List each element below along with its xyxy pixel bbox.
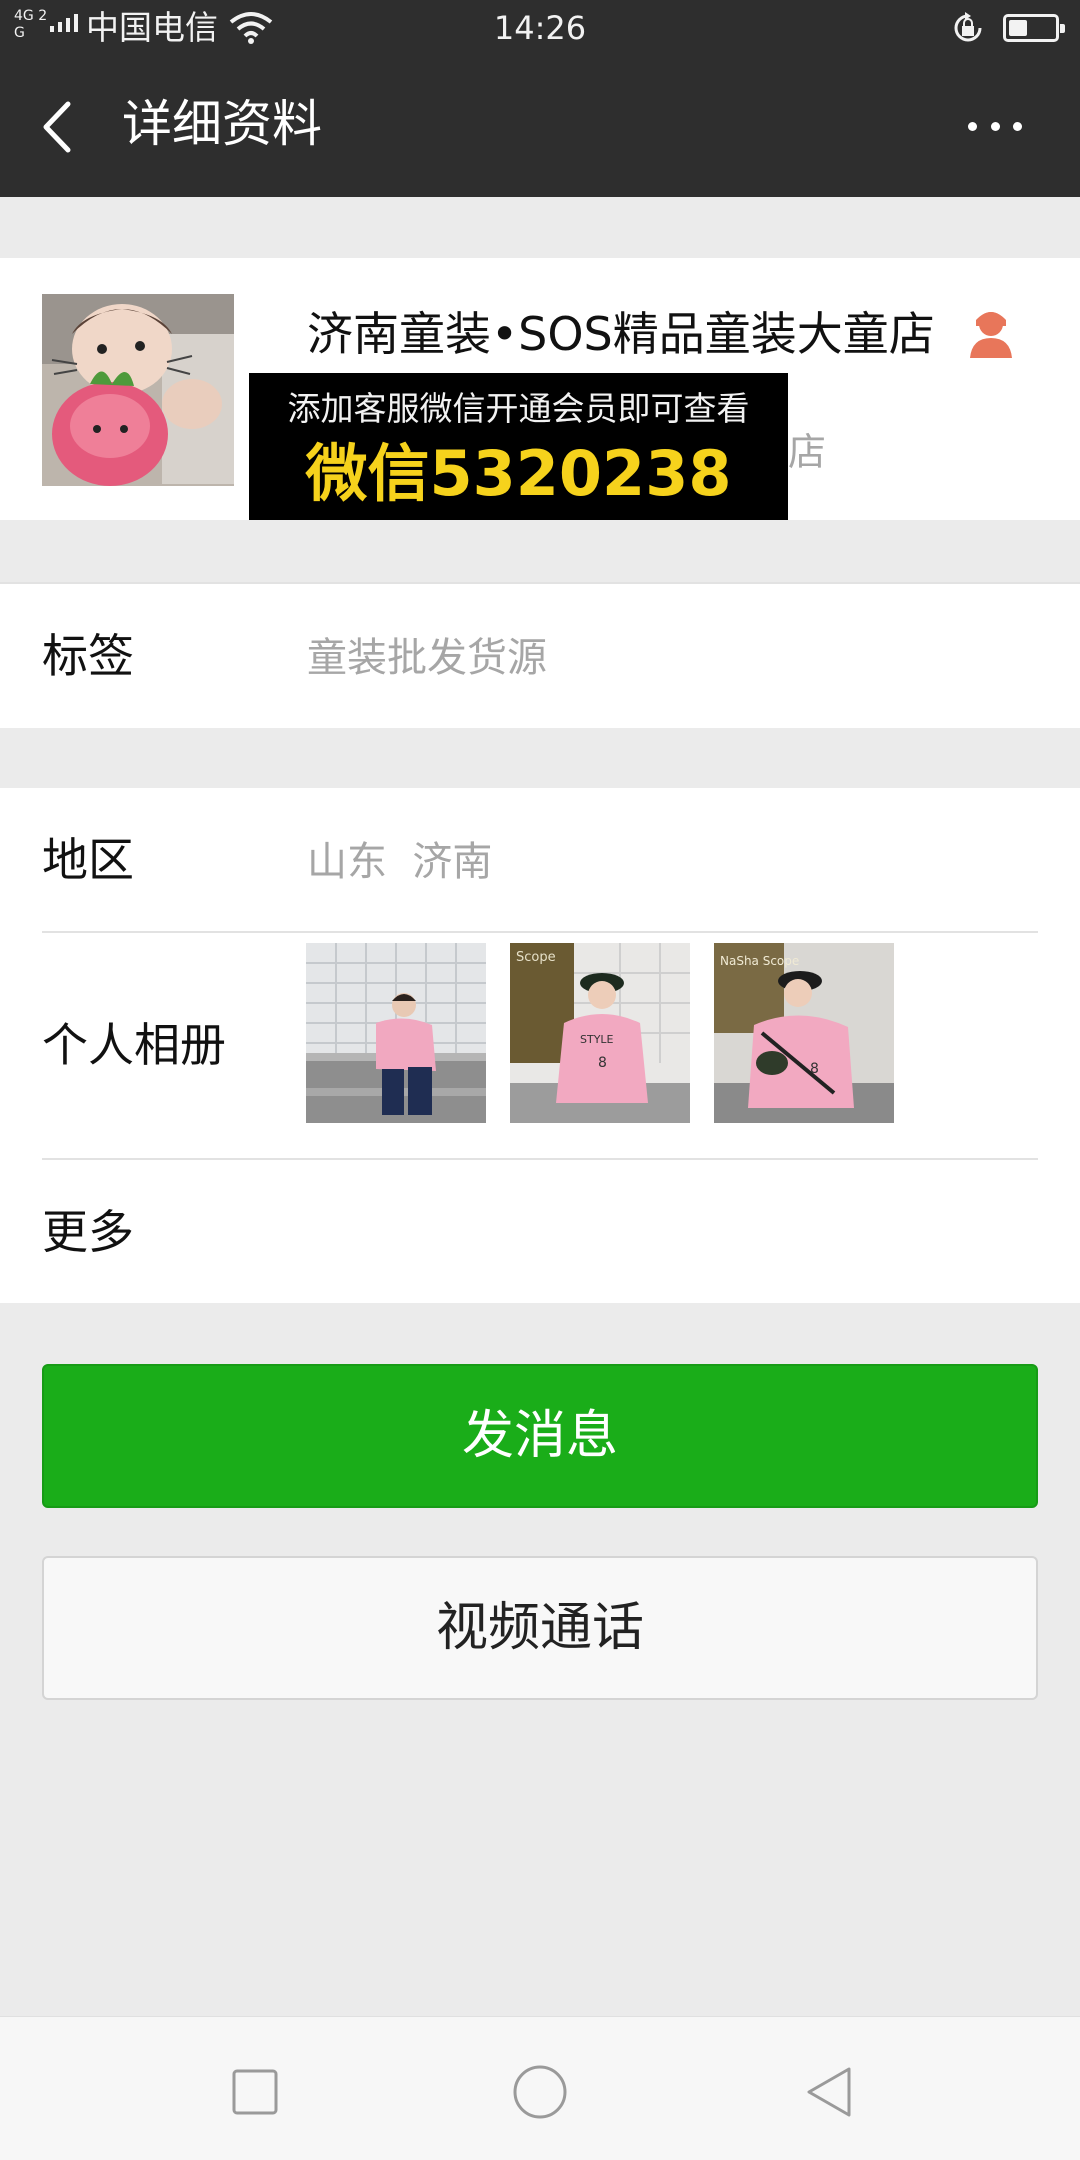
battery-icon [1003, 14, 1065, 42]
chevron-left-icon [43, 101, 71, 153]
clock: 14:26 [493, 9, 587, 47]
display-name: 济南童装•SOS精品童装大童店 [307, 307, 935, 361]
rotation-lock-icon [954, 12, 982, 42]
star-friend-icon[interactable] [966, 306, 1016, 360]
album-photo-1[interactable] [306, 943, 486, 1123]
system-navigation-bar [0, 2016, 1080, 2160]
top-nav-bar: 详细资料 [0, 56, 1080, 197]
more-row[interactable]: 更多 [0, 1160, 1080, 1303]
region-row: 地区 山东 济南 [0, 788, 1080, 931]
more-label: 更多 [42, 1205, 134, 1259]
send-message-button[interactable]: 发消息 [42, 1364, 1038, 1508]
avatar-photo [42, 294, 234, 486]
home-button[interactable] [505, 2057, 575, 2127]
system-back-button[interactable] [795, 2057, 865, 2127]
video-call-button[interactable]: 视频通话 [42, 1556, 1038, 1700]
photo-image [306, 943, 486, 1123]
photo-image: Scope STYLE 8 [510, 943, 690, 1123]
home-icon [513, 2065, 567, 2119]
recent-apps-button[interactable] [220, 2057, 290, 2127]
photo-sign-text: NaSha Scope [720, 954, 799, 968]
tag-value: 童装批发货源 [307, 635, 547, 681]
album-row[interactable]: 个人相册 Scope STYLE 8 NaSha Scope 8 [0, 933, 1080, 1158]
region-label: 地区 [42, 833, 134, 887]
tag-label: 标签 [42, 629, 134, 683]
status-bar: 4G 2G 中国电信 14:26 [0, 0, 1080, 56]
album-photo-3[interactable]: NaSha Scope 8 [714, 943, 894, 1123]
promo-line-2: 微信5320238 [305, 437, 732, 510]
more-button[interactable] [960, 96, 1030, 156]
region-value: 山东 济南 [307, 839, 493, 885]
shirt-print: STYLE [580, 1033, 614, 1046]
more-dot [1013, 121, 1022, 131]
page-title: 详细资料 [122, 95, 322, 153]
obscured-text-tail: 店 [788, 430, 827, 474]
details-list: 地区 山东 济南 个人相册 Scope STYLE 8 NaSha Scope … [0, 788, 1080, 1303]
shirt-number: 8 [810, 1061, 819, 1077]
back-triangle-icon [807, 2067, 851, 2117]
album-label: 个人相册 [42, 1018, 226, 1072]
more-dots-icon [968, 121, 977, 131]
avatar[interactable] [42, 294, 234, 486]
battery-level [1009, 20, 1027, 36]
shirt-number: 8 [598, 1055, 607, 1071]
album-photo-2[interactable]: Scope STYLE 8 [510, 943, 690, 1123]
back-button[interactable] [30, 92, 90, 162]
more-dot [990, 121, 1000, 131]
photo-image: NaSha Scope 8 [714, 943, 894, 1123]
promo-overlay: 添加客服微信开通会员即可查看 微信5320238 [249, 373, 788, 520]
recent-apps-icon [232, 2069, 278, 2115]
photo-sign-text: Scope [516, 950, 556, 965]
profile-card: 济南童装•SOS精品童装大童店 店 添加客服微信开通会员即可查看 微信53202… [0, 258, 1080, 520]
promo-line-1: 添加客服微信开通会员即可查看 [287, 389, 750, 428]
tag-row[interactable]: 标签 童装批发货源 [0, 582, 1080, 728]
